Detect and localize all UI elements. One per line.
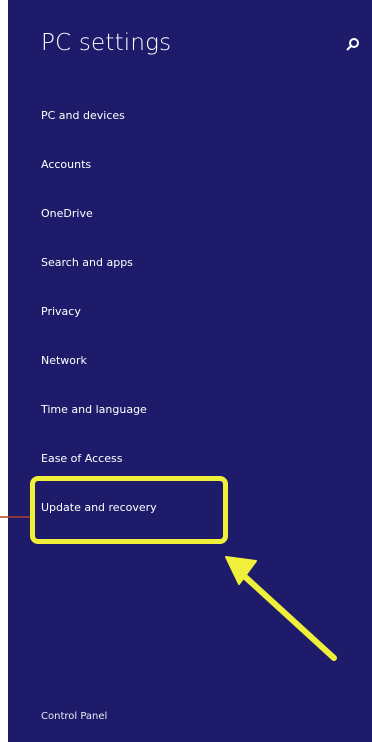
nav-item-accounts[interactable]: Accounts [41,155,157,204]
nav-item-onedrive[interactable]: OneDrive [41,204,157,253]
control-panel-link[interactable]: Control Panel [41,711,107,722]
search-icon[interactable] [344,36,362,54]
settings-nav: PC and devices Accounts OneDrive Search … [41,106,157,547]
nav-item-update-and-recovery[interactable]: Update and recovery [41,498,157,547]
nav-item-search-and-apps[interactable]: Search and apps [41,253,157,302]
nav-item-pc-and-devices[interactable]: PC and devices [41,106,157,155]
page-title: PC settings [41,30,172,56]
screenshot: PC settings PC and devices Accounts OneD… [0,0,372,742]
nav-item-ease-of-access[interactable]: Ease of Access [41,449,157,498]
nav-item-network[interactable]: Network [41,351,157,400]
nav-item-time-and-language[interactable]: Time and language [41,400,157,449]
nav-item-privacy[interactable]: Privacy [41,302,157,351]
pc-settings-panel: PC settings PC and devices Accounts OneD… [8,0,372,742]
